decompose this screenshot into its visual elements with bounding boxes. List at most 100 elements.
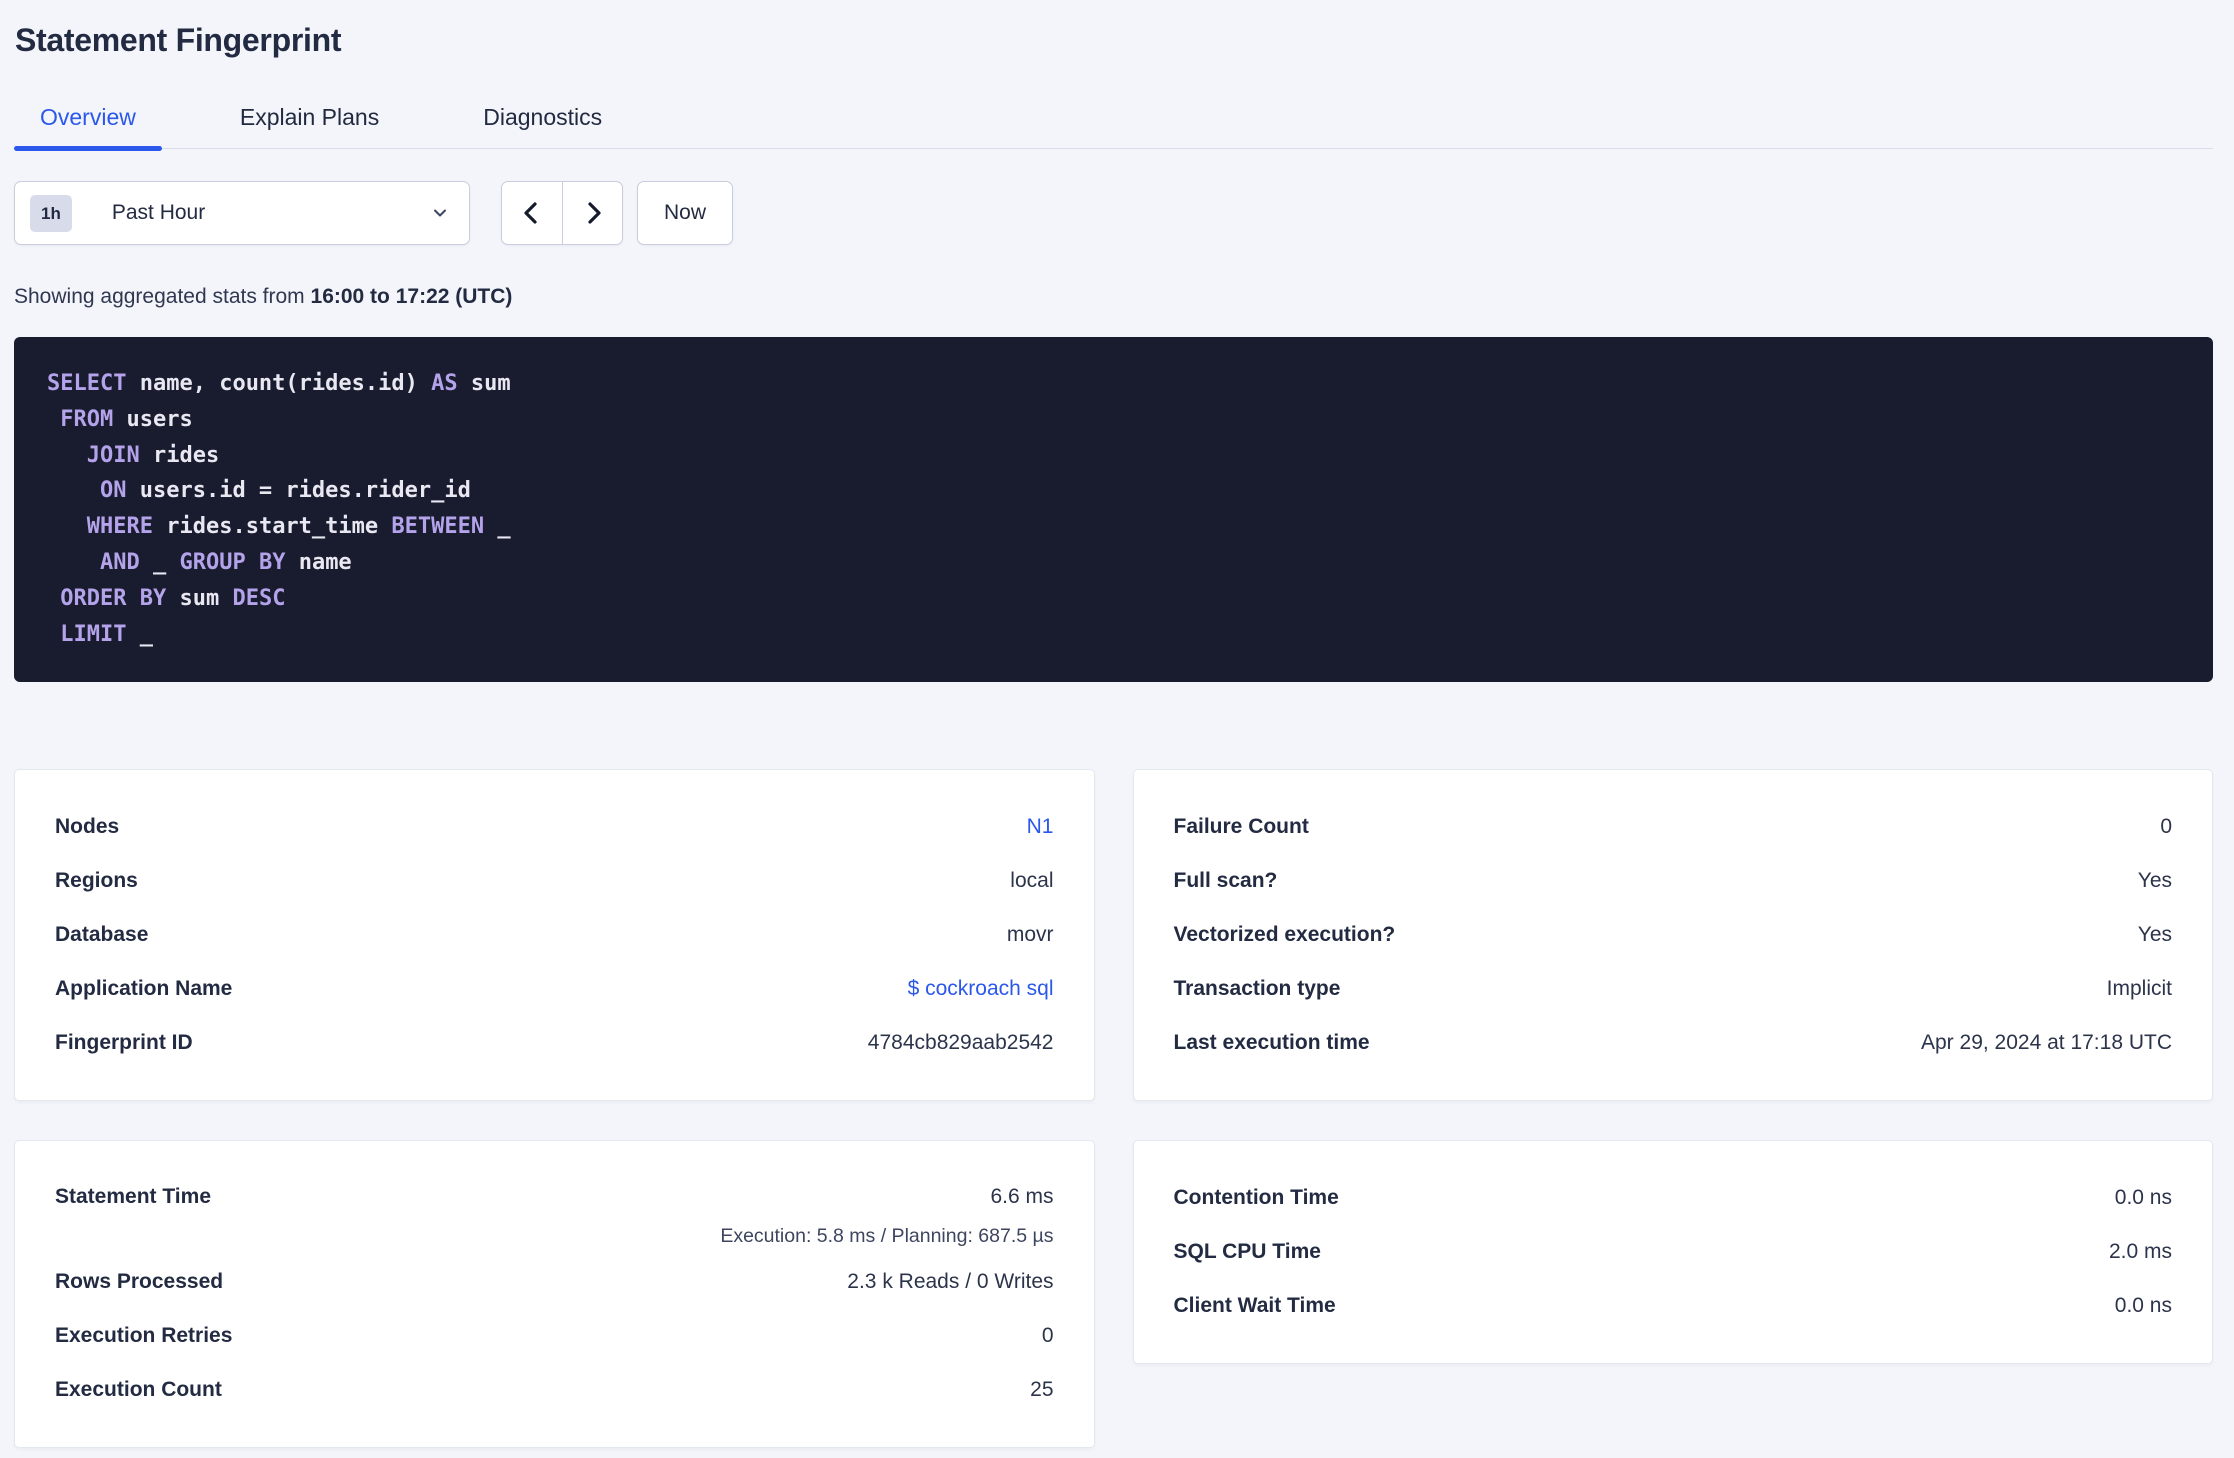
stat-row: Execution Retries 0: [55, 1309, 1054, 1363]
stat-label: Client Wait Time: [1173, 1294, 1336, 1318]
stat-value-block: Apr 29, 2024 at 17:18 UTC: [1921, 1031, 2172, 1055]
time-picker-controls: 1h Past Hour Now: [14, 181, 2213, 245]
stat-row: Execution Count 25: [55, 1363, 1054, 1417]
stat-label: Transaction type: [1173, 977, 1341, 1001]
stat-row: Statement Time 6.6 ms Execution: 5.8 ms / …: [55, 1171, 1054, 1255]
time-interval-select[interactable]: 1h Past Hour: [14, 181, 470, 245]
stat-row: Contention Time 0.0 ns: [1174, 1171, 2173, 1225]
stat-row: Failure Count 0: [1174, 800, 2173, 854]
stat-value: Yes: [2137, 923, 2172, 947]
stat-value: 4784cb829aab2542: [867, 1031, 1054, 1055]
stat-value-block: $ cockroach sql: [908, 977, 1054, 1001]
statement-details-card: Nodes N1 Regions local Database movr Applicati…: [14, 769, 1095, 1102]
stat-value-block: Yes: [2138, 923, 2172, 947]
tab-diagnostics[interactable]: Diagnostics: [457, 103, 628, 148]
wait-times-card: Contention Time 0.0 ns SQL CPU Time 2.0 ms C…: [1132, 1140, 2213, 1365]
statement-fingerprint-page: Statement Fingerprint Overview Explain Pl…: [0, 0, 2234, 1449]
stat-row: Application Name $ cockroach sql: [55, 962, 1054, 1016]
chevron-right-icon: [587, 202, 601, 224]
stat-value: 0: [2160, 815, 2172, 839]
stat-value-block: Implicit: [2107, 977, 2172, 1001]
stat-row: Transaction type Implicit: [1174, 962, 2173, 1016]
stat-label: Execution Count: [55, 1378, 222, 1402]
sql-line: WHERE rides.start_time BETWEEN _: [86, 514, 511, 540]
stat-value-block: 25: [1030, 1378, 1053, 1402]
stat-row: Regions local: [55, 854, 1054, 908]
stat-value: 2.0 ms: [2108, 1240, 2172, 1264]
stat-value: 0.0 ns: [2114, 1186, 2172, 1210]
stat-value: movr: [1006, 923, 1054, 947]
stat-label: Execution Retries: [55, 1324, 233, 1348]
sql-line: JOIN rides: [86, 442, 220, 468]
chevron-left-icon: [524, 202, 537, 224]
stat-label: Database: [55, 923, 149, 947]
stat-row: Fingerprint ID 4784cb829aab2542: [55, 1016, 1054, 1070]
stat-label: Failure Count: [1173, 815, 1309, 839]
stat-value: 25: [1030, 1378, 1054, 1402]
stat-label: Fingerprint ID: [55, 1031, 193, 1055]
summary-cards: Nodes N1 Regions local Database movr Applicati…: [14, 769, 2213, 1449]
stat-value: Apr 29, 2024 at 17:18 UTC: [1921, 1031, 2172, 1055]
page-title: Statement Fingerprint: [15, 22, 342, 58]
application-name-link[interactable]: $ cockroach sql: [908, 977, 1054, 1001]
now-button[interactable]: Now: [637, 181, 733, 245]
stat-label: Application Name: [55, 977, 233, 1001]
sql-line: ORDER BY sum DESC: [60, 585, 286, 611]
stat-row: Nodes N1: [55, 800, 1054, 854]
stat-label: Full scan?: [1173, 869, 1278, 893]
stat-value-block: N1: [1027, 815, 1054, 839]
stat-value: 2.3 k Reads / 0 Writes: [847, 1270, 1054, 1294]
stat-row: Full scan? Yes: [1174, 854, 2173, 908]
sql-line: AND _ GROUP BY name: [99, 549, 352, 575]
stat-row: Database movr: [55, 908, 1054, 962]
stat-value-block: Yes: [2138, 869, 2172, 893]
stat-value: 6.6 ms: [990, 1185, 1054, 1209]
stat-label: Last execution time: [1173, 1031, 1370, 1055]
sql-line: SELECT name, count(rides.id) AS sum: [47, 371, 511, 396]
stat-value-block: 0: [2160, 815, 2172, 839]
sql-statement-box: SELECT name, count(rides.id) AS sum FROM…: [14, 337, 2213, 683]
stat-label: Vectorized execution?: [1173, 923, 1396, 947]
stat-label: SQL CPU Time: [1173, 1240, 1321, 1264]
stat-value-block: 0.0 ns: [2115, 1186, 2172, 1210]
stat-value-block: 4784cb829aab2542: [868, 1031, 1054, 1055]
stat-value-block: 0: [1042, 1324, 1054, 1348]
stat-value-block: 2.3 k Reads / 0 Writes: [847, 1270, 1053, 1294]
stat-value-block: 6.6 ms Execution: 5.8 ms / Planning: 687.…: [720, 1171, 1053, 1249]
stat-value: 0.0 ns: [2114, 1294, 2172, 1318]
execution-stats-card: Statement Time 6.6 ms Execution: 5.8 ms / …: [14, 1140, 1095, 1449]
stat-label: Rows Processed: [55, 1270, 224, 1294]
stat-value: Yes: [2137, 869, 2172, 893]
stat-value-block: 2.0 ms: [2109, 1240, 2172, 1264]
stat-label: Regions: [55, 869, 138, 893]
tab-bar: Overview Explain Plans Diagnostics: [14, 103, 2213, 151]
sql-line: ON users.id = rides.rider_id: [99, 478, 471, 504]
next-range-button[interactable]: [562, 182, 622, 244]
aggregation-range: 16:00 to 17:22 (UTC): [310, 285, 513, 308]
tab-explain-plans[interactable]: Explain Plans: [214, 103, 405, 148]
stat-value-block: 0.0 ns: [2115, 1294, 2172, 1318]
tab-overview[interactable]: Overview: [14, 103, 162, 151]
stat-row: Last execution time Apr 29, 2024 at 17:18…: [1174, 1016, 2173, 1070]
stat-value: Implicit: [2106, 977, 2172, 1001]
chevron-down-icon: [434, 209, 446, 217]
stat-label: Nodes: [55, 815, 120, 839]
stat-row: Rows Processed 2.3 k Reads / 0 Writes: [55, 1255, 1054, 1309]
time-range-pager: [501, 181, 623, 245]
aggregation-note: Showing aggregated stats from 16:00 to 1…: [14, 284, 2213, 310]
stat-value-block: local: [1010, 869, 1053, 893]
stat-row: Client Wait Time 0.0 ns: [1174, 1279, 2173, 1333]
aggregation-note-prefix: Showing aggregated stats from: [14, 285, 311, 308]
stat-value-block: movr: [1007, 923, 1054, 947]
stat-subvalue: Execution: 5.8 ms / Planning: 687.5 µs: [720, 1225, 1054, 1248]
stat-label: Statement Time: [55, 1185, 211, 1209]
nodes-link[interactable]: N1: [1027, 815, 1054, 839]
stat-label: Contention Time: [1173, 1186, 1339, 1210]
selected-range-label: Past Hour: [111, 201, 206, 224]
sql-line: LIMIT _: [60, 621, 153, 647]
prev-range-button[interactable]: [502, 182, 562, 244]
execution-attributes-card: Failure Count 0 Full scan? Yes Vectorized ex…: [1132, 769, 2213, 1102]
stat-row: Vectorized execution? Yes: [1174, 908, 2173, 962]
stat-value: 0: [1041, 1324, 1054, 1348]
sql-line: FROM users: [60, 406, 193, 432]
